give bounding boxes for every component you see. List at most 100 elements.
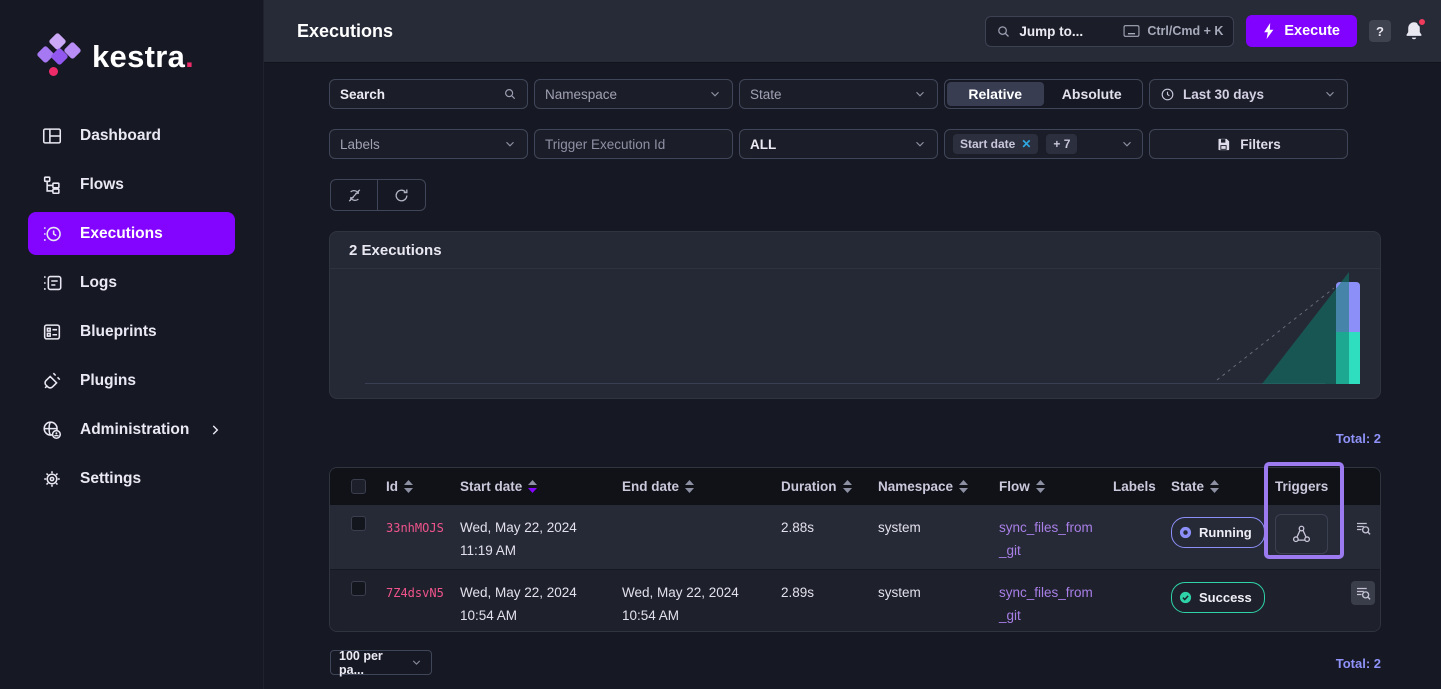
sidebar-item-flows[interactable]: Flows xyxy=(28,163,235,206)
sidebar-item-plugins[interactable]: Plugins xyxy=(28,359,235,402)
blueprints-icon xyxy=(41,321,63,343)
date-mode-toggle: Relative Absolute xyxy=(944,79,1143,109)
keyboard-icon xyxy=(1123,24,1140,38)
column-header-id[interactable]: Id xyxy=(386,479,460,494)
administration-icon xyxy=(41,419,63,441)
column-header-end-date[interactable]: End date xyxy=(622,479,781,494)
column-header-labels[interactable]: Labels xyxy=(1113,479,1171,494)
row-checkbox[interactable] xyxy=(351,516,366,531)
notification-bell-button[interactable] xyxy=(1403,20,1425,42)
flow-link[interactable]: sync_files_from_git xyxy=(999,516,1095,562)
duration-cell: 2.89s xyxy=(781,581,878,604)
chevron-down-icon xyxy=(1323,87,1337,101)
table-row[interactable]: 7Z4dsvN5 Wed, May 22, 202410:54 AM Wed, … xyxy=(330,569,1380,631)
row-actions-cell xyxy=(1351,581,1380,605)
column-header-namespace[interactable]: Namespace xyxy=(878,479,999,494)
sort-icon xyxy=(1036,480,1045,493)
logs-icon xyxy=(41,272,63,294)
sidebar-item-dashboard[interactable]: Dashboard xyxy=(28,114,235,157)
flow-link[interactable]: sync_files_from_git xyxy=(999,581,1095,627)
sidebar-item-label: Settings xyxy=(80,470,141,488)
more-columns-chip[interactable]: + 7 xyxy=(1046,134,1077,154)
search-field[interactable] xyxy=(329,79,528,109)
help-button[interactable]: ? xyxy=(1369,20,1391,42)
row-actions-cell xyxy=(1351,516,1380,540)
executions-icon xyxy=(41,223,63,245)
chevron-down-icon xyxy=(913,137,927,151)
success-state-badge: Success xyxy=(1171,582,1265,613)
namespace-cell: system xyxy=(878,581,999,604)
refresh-button[interactable] xyxy=(378,180,425,210)
total-count-bottom: Total: 2 xyxy=(1336,656,1381,671)
column-header-state[interactable]: State xyxy=(1171,479,1275,494)
sidebar-item-label: Dashboard xyxy=(80,127,161,145)
execute-button[interactable]: Execute xyxy=(1246,15,1357,47)
select-all-checkbox[interactable] xyxy=(351,479,366,494)
table-row[interactable]: 33nhMOJS Wed, May 22, 202411:19 AM 2.88s… xyxy=(330,505,1380,569)
start-date-cell: Wed, May 22, 202410:54 AM xyxy=(460,581,622,627)
column-header-flow[interactable]: Flow xyxy=(999,479,1113,494)
kestra-logo-icon xyxy=(38,34,80,80)
refresh-icon xyxy=(393,187,410,204)
sort-icon xyxy=(843,480,852,493)
executions-chart[interactable] xyxy=(330,269,1380,398)
namespace-select[interactable]: Namespace xyxy=(534,79,733,109)
per-page-select[interactable]: 100 per pa... xyxy=(330,650,432,675)
log-search-icon xyxy=(1354,519,1372,537)
sidebar-item-executions[interactable]: Executions xyxy=(28,212,235,255)
sidebar-item-label: Logs xyxy=(80,274,117,292)
executions-bar-chart xyxy=(1202,270,1362,386)
dashboard-icon xyxy=(41,125,63,147)
execution-details-button[interactable] xyxy=(1351,516,1375,540)
jump-to-input[interactable] xyxy=(1019,24,1114,39)
search-input[interactable] xyxy=(340,87,495,102)
kestra-logo[interactable]: kestra. xyxy=(0,0,263,80)
running-state-badge: Running xyxy=(1171,517,1265,548)
state-cell: Running xyxy=(1171,516,1275,548)
column-header-duration[interactable]: Duration xyxy=(781,479,878,494)
column-header-start-date[interactable]: Start date xyxy=(460,479,622,494)
state-select[interactable]: State xyxy=(739,79,938,109)
visible-columns-select[interactable]: Start date✕ + 7 xyxy=(944,129,1143,159)
save-icon xyxy=(1216,137,1231,152)
sidebar-item-administration[interactable]: Administration xyxy=(28,408,235,451)
sidebar-item-label: Blueprints xyxy=(80,323,157,341)
trigger-button[interactable] xyxy=(1275,514,1328,554)
log-search-icon xyxy=(1354,584,1372,602)
executions-table: Id Start date End date Duration Namespac… xyxy=(329,467,1381,632)
main-content: Namespace State Relative Absolute Last 3… xyxy=(264,63,1441,689)
relative-toggle[interactable]: Relative xyxy=(947,82,1044,106)
filters-button[interactable]: Filters xyxy=(1149,129,1348,159)
scope-select[interactable]: ALL xyxy=(739,129,938,159)
execution-id-link[interactable]: 7Z4dsvN5 xyxy=(386,581,460,603)
auto-refresh-off-icon xyxy=(346,187,363,204)
start-date-chip[interactable]: Start date✕ xyxy=(953,134,1038,154)
sidebar-item-logs[interactable]: Logs xyxy=(28,261,235,304)
sidebar-item-settings[interactable]: Settings xyxy=(28,457,235,500)
auto-refresh-off-button[interactable] xyxy=(331,180,378,210)
start-date-cell: Wed, May 22, 202411:19 AM xyxy=(460,516,622,562)
jump-to-search[interactable]: Ctrl/Cmd + K xyxy=(985,16,1234,47)
lightning-icon xyxy=(1263,23,1275,39)
sidebar-item-blueprints[interactable]: Blueprints xyxy=(28,310,235,353)
trigger-execution-id-input[interactable] xyxy=(545,137,722,152)
success-check-icon xyxy=(1179,591,1192,604)
triggers-cell xyxy=(1275,516,1351,554)
notification-dot xyxy=(1417,17,1427,27)
execution-details-button[interactable] xyxy=(1351,581,1375,605)
sort-icon xyxy=(404,480,413,493)
execution-id-link[interactable]: 33nhMOJS xyxy=(386,516,460,538)
absolute-toggle[interactable]: Absolute xyxy=(1044,82,1141,106)
close-icon[interactable]: ✕ xyxy=(1021,137,1031,151)
executions-chart-panel: 2 Executions xyxy=(329,231,1381,399)
sort-icon xyxy=(959,480,968,493)
sort-icon xyxy=(685,480,694,493)
chart-panel-title: 2 Executions xyxy=(330,232,1380,269)
sidebar: kestra. Dashboard Flows Executions Logs … xyxy=(0,0,264,689)
row-checkbox[interactable] xyxy=(351,581,366,596)
date-range-select[interactable]: Last 30 days xyxy=(1149,79,1348,109)
labels-select[interactable]: Labels xyxy=(329,129,528,159)
trigger-execution-id-field[interactable] xyxy=(534,129,733,159)
flows-icon xyxy=(41,174,63,196)
trigger-icon xyxy=(1291,524,1312,545)
